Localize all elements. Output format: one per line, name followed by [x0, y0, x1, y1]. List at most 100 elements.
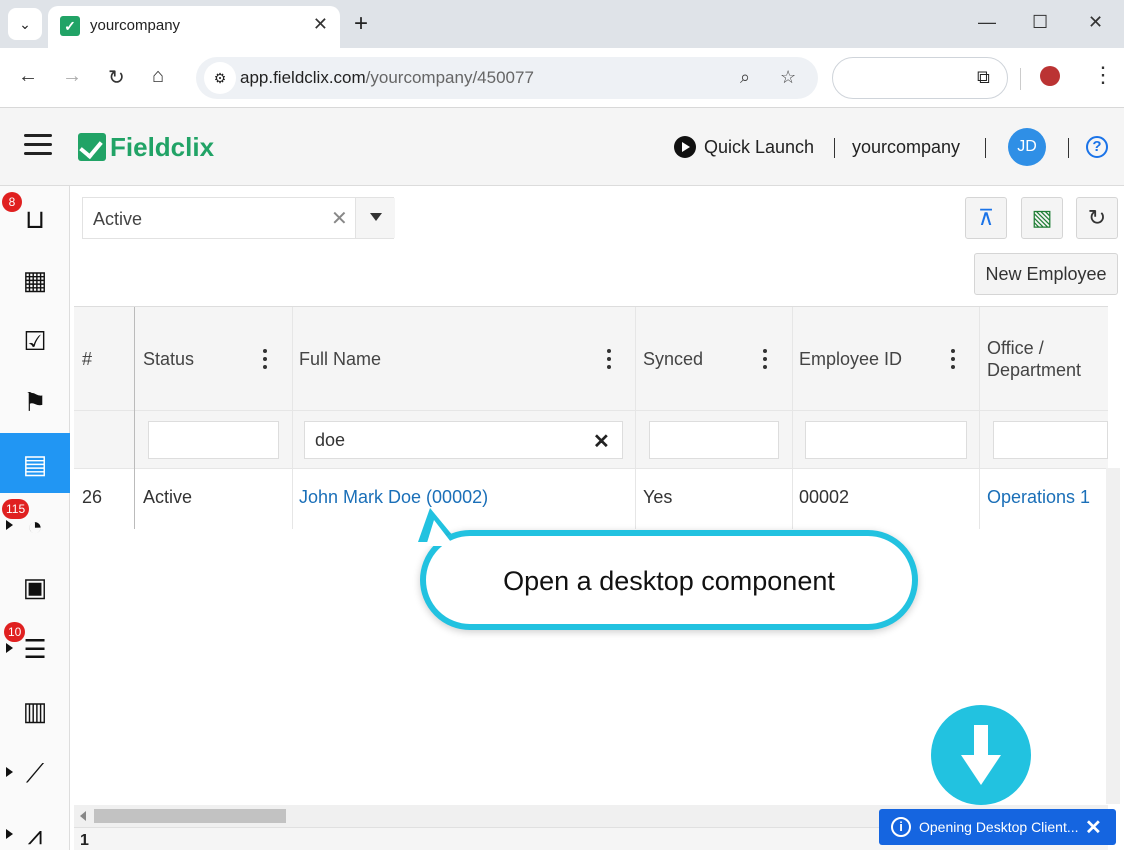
- sidebar-item-reports[interactable]: ⟋: [0, 742, 70, 802]
- sidebar-item-calendar[interactable]: ▣: [0, 556, 70, 616]
- callout-text: Open a desktop component: [503, 566, 835, 596]
- column-divider: [635, 307, 636, 529]
- company-name[interactable]: yourcompany: [852, 137, 960, 158]
- logo-text: Fieldclix: [110, 131, 215, 162]
- address-bar[interactable]: ⚙ app.fieldclix.com/yourcompany/450077 ⌕…: [196, 57, 818, 99]
- line-chart-icon: ⟋: [25, 758, 45, 788]
- sidebar-item-employees[interactable]: ▤: [0, 433, 70, 493]
- column-header-number[interactable]: #: [82, 349, 92, 370]
- column-header-status[interactable]: Status: [143, 349, 194, 370]
- clipboard-list-icon: ▥: [22, 696, 48, 726]
- grid-header: # Status Full Name Synced Employee ID Of…: [74, 307, 1108, 411]
- header-divider: [834, 138, 835, 158]
- sidebar-item-inbox[interactable]: ⊔ 8: [0, 188, 70, 248]
- extensions-puzzle-icon[interactable]: ⧉: [977, 67, 990, 88]
- url-path: /yourcompany/450077: [365, 68, 534, 87]
- column-divider: [134, 307, 135, 529]
- sidebar-item-forms[interactable]: ▥: [0, 680, 70, 740]
- expand-arrow-icon[interactable]: [6, 767, 13, 777]
- timesheets-badge: 115: [2, 499, 30, 519]
- expand-arrow-icon[interactable]: [6, 643, 13, 653]
- app-header: Fieldclix Quick Launch yourcompany JD ?: [0, 108, 1124, 186]
- maximize-icon[interactable]: ☐: [1032, 12, 1048, 33]
- column-header-employee-id[interactable]: Employee ID: [799, 349, 902, 370]
- expand-arrow-icon[interactable]: [6, 829, 13, 839]
- browser-tab[interactable]: ✓ yourcompany ✕: [48, 6, 340, 48]
- download-arrow-icon: [931, 705, 1031, 805]
- table-row[interactable]: [74, 469, 1108, 529]
- browser-menu-icon[interactable]: ⋮: [1092, 62, 1114, 88]
- column-divider: [292, 307, 293, 529]
- clear-filters-button[interactable]: ⊼: [965, 197, 1007, 239]
- column-header-synced[interactable]: Synced: [643, 349, 703, 370]
- zoom-icon[interactable]: ⌕: [740, 67, 750, 88]
- new-employee-button[interactable]: New Employee: [974, 253, 1118, 295]
- new-tab-button[interactable]: +: [354, 10, 368, 38]
- tutorial-callout: Open a desktop component: [420, 530, 918, 630]
- id-card-icon: ▤: [22, 449, 48, 479]
- window-close-icon[interactable]: ✕: [1088, 12, 1103, 33]
- minimize-icon[interactable]: —: [978, 12, 996, 33]
- employee-id-filter-input[interactable]: [805, 421, 967, 459]
- sidebar-item-tasks[interactable]: ☑: [0, 310, 70, 370]
- bookmark-star-icon[interactable]: ☆: [780, 67, 796, 88]
- table-grid-icon: ▦: [22, 265, 48, 295]
- export-excel-button[interactable]: ▧: [1021, 197, 1063, 239]
- refresh-icon: ↻: [1087, 205, 1107, 230]
- back-icon[interactable]: ←: [18, 65, 38, 88]
- column-menu-icon[interactable]: [607, 349, 611, 369]
- sidebar-item-timesheets[interactable]: ◔ 115: [0, 495, 70, 555]
- sidebar-item-analytics[interactable]: ⩘: [0, 804, 70, 864]
- synced-filter-input[interactable]: [649, 421, 779, 459]
- sidebar-item-flags[interactable]: ⚑: [0, 371, 70, 431]
- extension-area: ⧉: [832, 57, 1008, 99]
- home-icon[interactable]: ⌂: [152, 65, 164, 88]
- excel-icon: ▧: [1031, 205, 1053, 230]
- row-employee-id: 00002: [799, 487, 850, 507]
- column-menu-icon[interactable]: [951, 349, 955, 369]
- full-name-filter-input[interactable]: [304, 421, 623, 459]
- refresh-button[interactable]: ↻: [1076, 197, 1118, 239]
- sidebar-item-invoices[interactable]: ☰ 10: [0, 618, 70, 678]
- header-divider: [985, 138, 986, 158]
- close-tab-icon[interactable]: ✕: [313, 14, 328, 35]
- extension-bug-icon[interactable]: [1040, 66, 1060, 86]
- help-icon[interactable]: ?: [1086, 136, 1108, 158]
- employee-name-link[interactable]: John Mark Doe (00002): [299, 487, 488, 508]
- clear-name-filter-icon[interactable]: ✕: [593, 429, 610, 454]
- receipt-icon: ☰: [23, 634, 47, 664]
- user-avatar[interactable]: JD: [1008, 128, 1046, 166]
- filter-off-icon: ⊼: [977, 205, 995, 230]
- tab-search-button[interactable]: ⌄: [8, 8, 42, 40]
- column-header-office-line2[interactable]: Department: [987, 360, 1081, 381]
- clear-filter-icon[interactable]: ✕: [331, 206, 348, 231]
- dropdown-caret-icon[interactable]: [355, 198, 395, 238]
- site-settings-icon[interactable]: ⚙: [204, 62, 236, 94]
- scrollbar-thumb[interactable]: [94, 809, 286, 823]
- url-text: app.fieldclix.com/yourcompany/450077: [240, 68, 534, 88]
- forward-icon[interactable]: →: [62, 65, 82, 88]
- status-filter-input[interactable]: [148, 421, 279, 459]
- checklist-icon: ☑: [23, 326, 47, 356]
- sidebar: ⊔ 8 ▦ ☑ ⚑ ▤ ◔ 115 ▣ ☰ 10 ▥ ⟋ ⩘: [0, 186, 70, 850]
- office-filter-input[interactable]: [993, 421, 1108, 459]
- office-link[interactable]: Operations 1: [987, 487, 1090, 508]
- quick-launch-button[interactable]: Quick Launch: [674, 136, 814, 158]
- fieldclix-logo[interactable]: Fieldclix: [78, 132, 214, 162]
- chevron-down-icon: ⌄: [19, 15, 31, 32]
- status-filter-select[interactable]: Active ✕: [82, 197, 395, 239]
- column-header-office-line1[interactable]: Office /: [987, 338, 1044, 359]
- callout-tail-inner: [426, 520, 454, 546]
- sidebar-item-dashboard[interactable]: ▦: [0, 249, 70, 309]
- column-header-full-name[interactable]: Full Name: [299, 349, 381, 370]
- expand-arrow-icon[interactable]: [6, 520, 13, 530]
- column-menu-icon[interactable]: [763, 349, 767, 369]
- url-host: app.fieldclix.com: [240, 68, 366, 87]
- vertical-scrollbar[interactable]: [1106, 468, 1120, 804]
- scroll-left-icon[interactable]: [80, 811, 86, 821]
- inbox-badge: 8: [2, 192, 22, 212]
- column-menu-icon[interactable]: [263, 349, 267, 369]
- hamburger-menu-icon[interactable]: [24, 134, 52, 156]
- reload-icon[interactable]: ↻: [108, 65, 125, 90]
- toast-close-icon[interactable]: ✕: [1085, 815, 1102, 840]
